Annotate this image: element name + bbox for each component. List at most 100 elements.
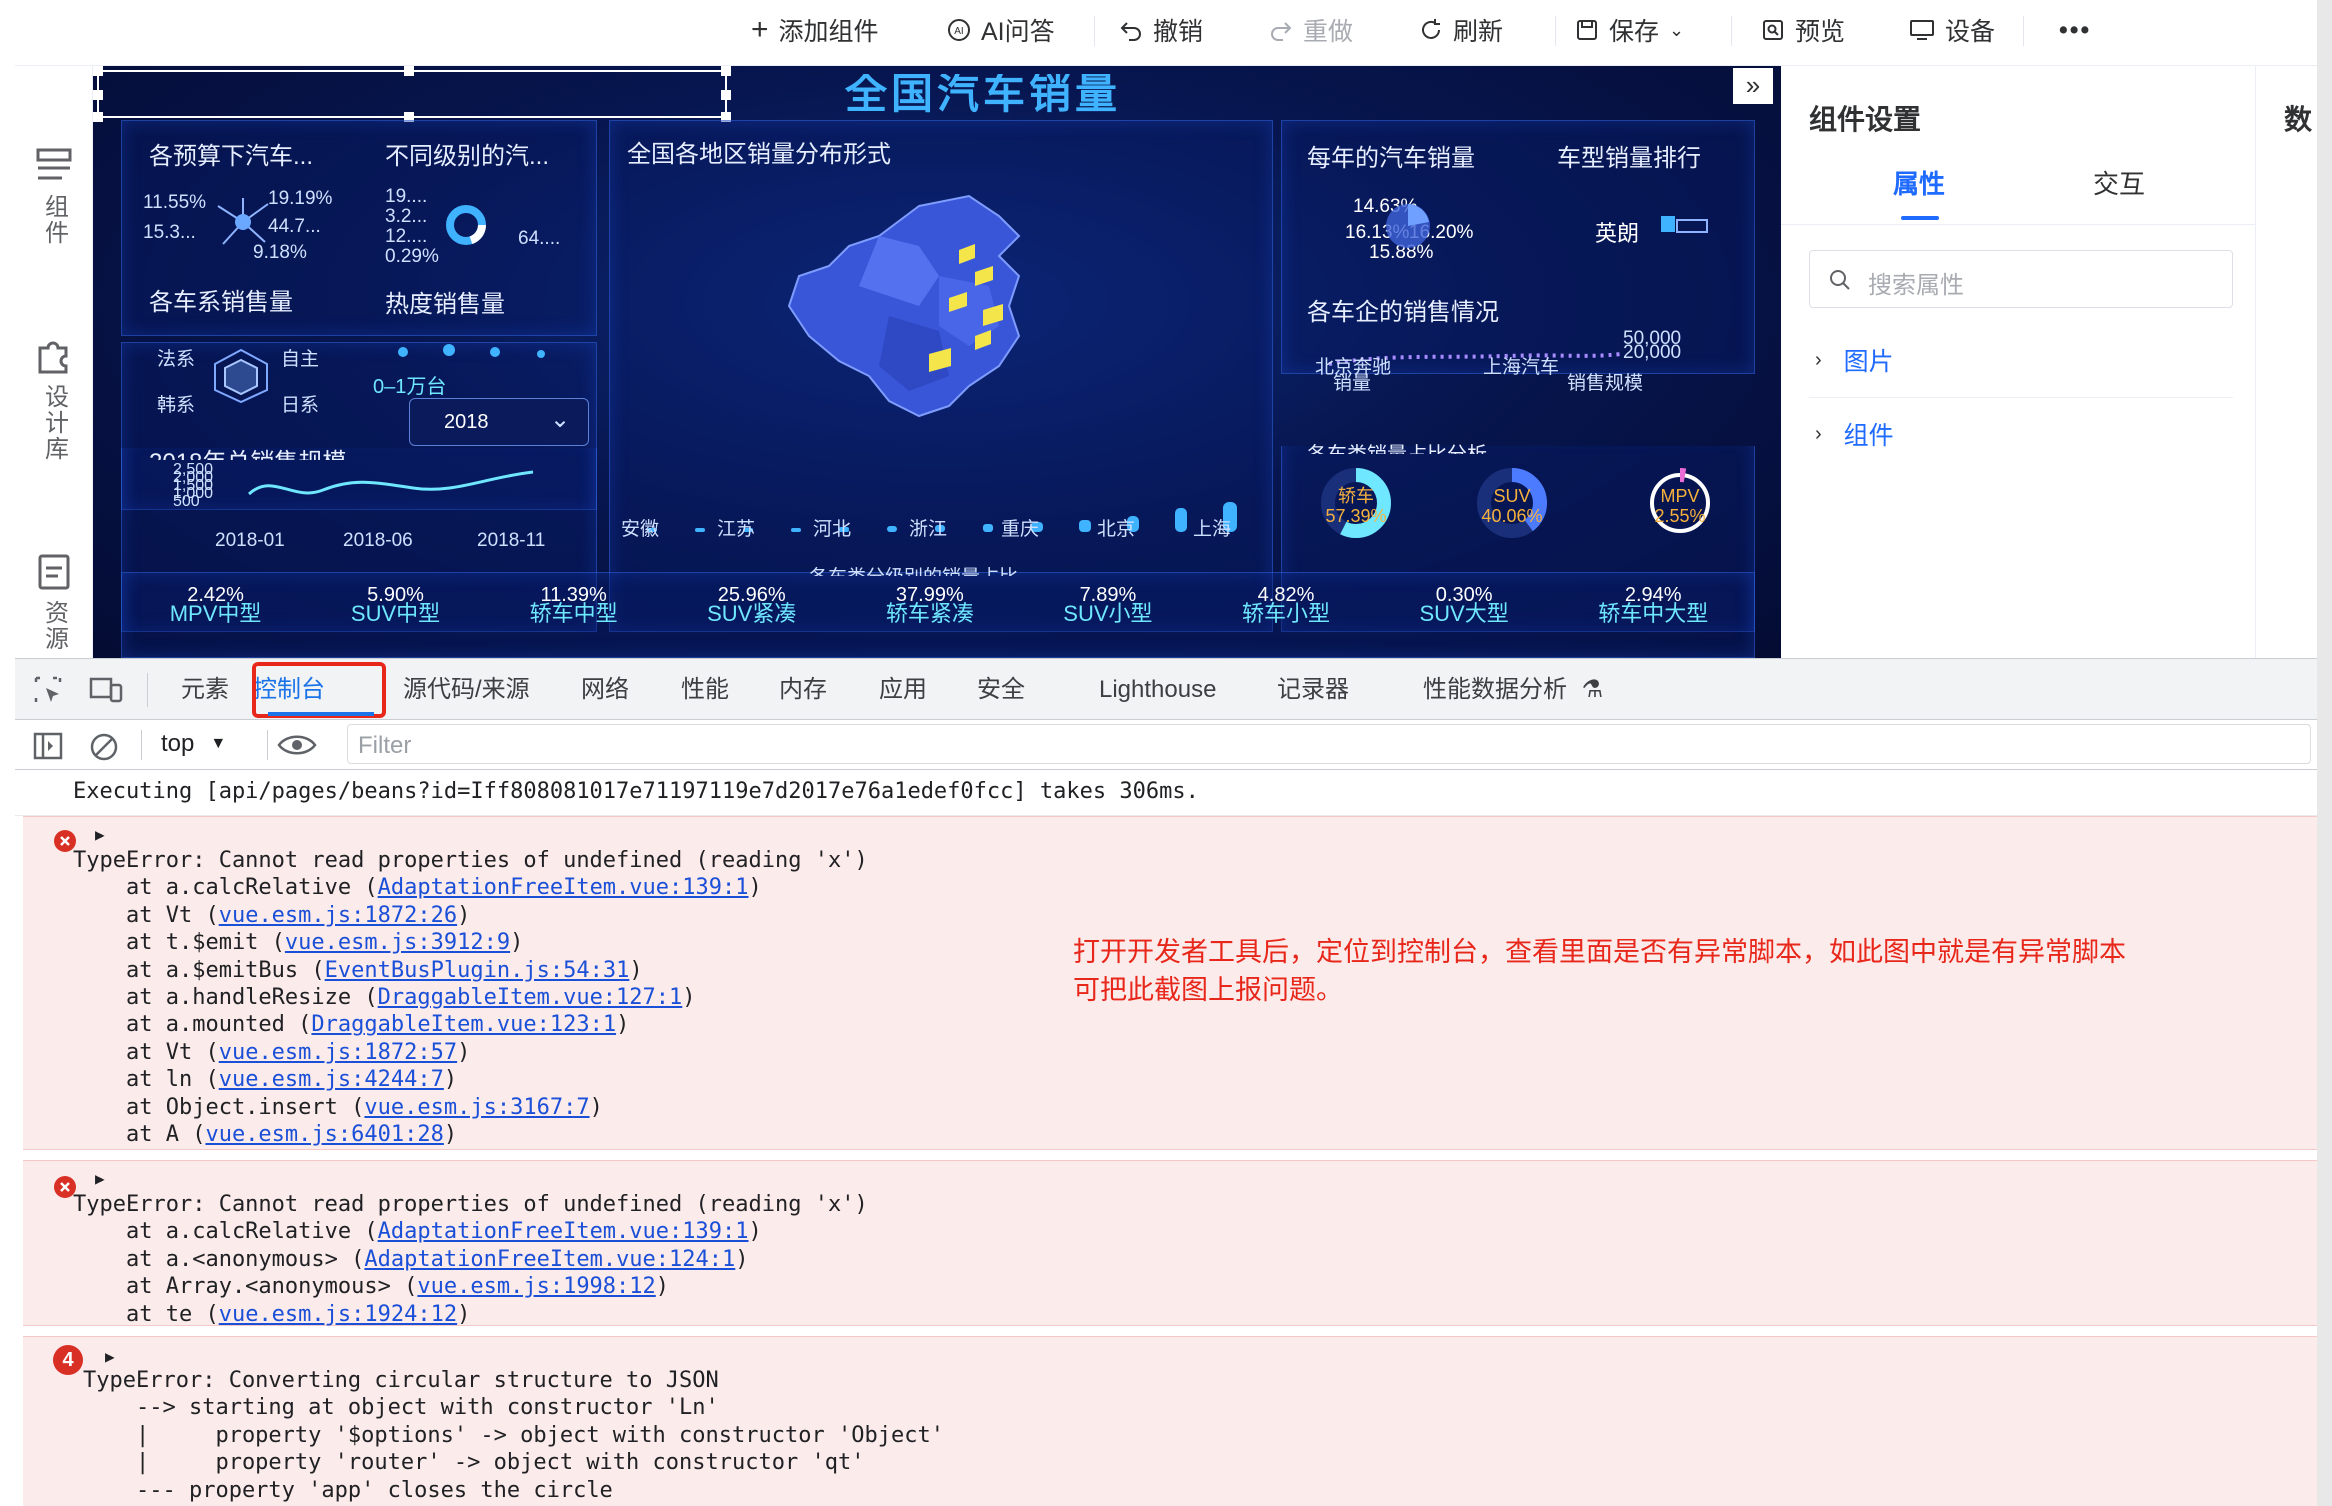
property-search-input[interactable]: 搜索属性: [1809, 250, 2233, 308]
stack-source-link[interactable]: vue.esm.js:3167:7: [364, 1095, 589, 1120]
top-toolbar: + 添加组件 AI AI问答 撤销 重做 刷新 保存 ⌄ 预览 设备 •••: [15, 0, 2317, 66]
stack-frame: at a.<anonymous> (AdaptationFreeItem.vue…: [73, 1246, 868, 1273]
svg-text:AI: AI: [954, 26, 963, 37]
stack-end: ): [616, 1012, 630, 1038]
resize-handle[interactable]: [93, 112, 103, 122]
level-value: 0.29%: [385, 246, 439, 267]
share-sedan-label: 轿车 57.39%: [1319, 486, 1393, 526]
stack-source-link[interactable]: vue.esm.js:1872:26: [219, 903, 457, 928]
stack-source-link[interactable]: vue.esm.js:3912:9: [285, 930, 510, 955]
stack-source-link[interactable]: vue.esm.js:1998:12: [417, 1274, 655, 1299]
stack-source-link[interactable]: vue.esm.js:1872:57: [219, 1040, 457, 1065]
tab-interaction[interactable]: 交互: [2093, 164, 2145, 201]
context-value: top: [161, 730, 195, 757]
tab-performance-insights-label: 性能数据分析: [1423, 676, 1567, 703]
console-error-1[interactable]: ▶ TypeError: Cannot read properties of u…: [23, 816, 2317, 1150]
group-divider: [1809, 397, 2233, 398]
rank-top-item: 英朗: [1595, 221, 1640, 246]
ai-qa-button[interactable]: AI AI问答: [947, 0, 1055, 60]
preview-button[interactable]: 预览: [1761, 0, 1845, 60]
yearly-pie-chart: [1386, 204, 1430, 248]
resize-handle[interactable]: [404, 66, 414, 76]
stack-frame: at a.calcRelative (AdaptationFreeItem.vu…: [73, 1218, 868, 1245]
rail-item-design-library[interactable]: 设计库: [15, 336, 93, 462]
stack-source-link[interactable]: vue.esm.js:4244:7: [219, 1067, 444, 1092]
tab-application[interactable]: 应用: [879, 659, 927, 721]
console-error-3[interactable]: 4 ▶ TypeError: Converting circular struc…: [23, 1336, 2317, 1506]
share-category: SUV: [1493, 486, 1531, 506]
resize-handle[interactable]: [721, 90, 731, 100]
resize-handle[interactable]: [93, 90, 103, 100]
bottom-title: 各车类分级别的销量占比: [809, 562, 1018, 576]
selected-header-element[interactable]: [93, 66, 731, 122]
bottom-gauge: 25.96% SUV紧凑: [707, 585, 796, 646]
stack-frame: at Vt (vue.esm.js:1872:57): [73, 1039, 868, 1066]
map-x-label: 北京: [1097, 519, 1136, 540]
level-value: 64....: [518, 228, 561, 249]
stack-fn: at a.calcRelative (: [73, 1219, 378, 1245]
clear-console-icon[interactable]: [89, 732, 119, 762]
console-info-message[interactable]: Executing [api/pages/beans?id=Iff8080810…: [73, 778, 1199, 805]
tab-performance-insights[interactable]: 性能数据分析 ⚗: [1423, 659, 1603, 721]
stack-frame: at Object.insert (vue.esm.js:3167:7): [73, 1094, 868, 1121]
total-y-tick: 500: [173, 493, 200, 510]
expand-triangle-icon[interactable]: ▶: [105, 1347, 115, 1366]
tab-network[interactable]: 网络: [581, 659, 629, 721]
tab-security[interactable]: 安全: [977, 659, 1025, 721]
tab-performance[interactable]: 性能: [681, 659, 729, 721]
stack-source-link[interactable]: DraggableItem.vue:123:1: [311, 1012, 616, 1037]
add-component-button[interactable]: + 添加组件: [751, 0, 879, 60]
resize-handle[interactable]: [93, 66, 103, 76]
bottom-gauge: 2.42% MPV中型: [170, 585, 262, 646]
device-toggle-icon[interactable]: [89, 675, 123, 705]
console-filter-input[interactable]: Filter: [347, 724, 2311, 764]
collapse-panel-button[interactable]: »: [1733, 68, 1773, 104]
stack-source-link[interactable]: vue.esm.js:1924:12: [219, 1302, 457, 1327]
stack-source-link[interactable]: AdaptationFreeItem.vue:139:1: [378, 875, 749, 900]
design-canvas[interactable]: 全国汽车销量 » 各预算下汽车... 11.55% 19.19% 15.3...…: [93, 66, 1781, 658]
group-image[interactable]: › 图片: [1815, 342, 1894, 378]
total-y-ticks: 2,500 2,000 1,500 1,000 500: [173, 462, 213, 510]
rail-item-components[interactable]: 组件: [15, 146, 93, 246]
device-button[interactable]: 设备: [1909, 0, 1995, 60]
tab-recorder[interactable]: 记录器: [1277, 659, 1349, 721]
chevron-down-icon: ⌄: [1669, 19, 1685, 40]
tab-elements[interactable]: 元素: [181, 659, 229, 721]
redo-icon: [1271, 22, 1292, 41]
tab-sources[interactable]: 源代码/来源: [403, 659, 530, 721]
data-tab-label[interactable]: 数: [2284, 98, 2312, 138]
resize-handle[interactable]: [721, 66, 731, 76]
stack-source-link[interactable]: AdaptationFreeItem.vue:139:1: [378, 1219, 749, 1244]
stack-fn: at A (: [73, 1122, 206, 1148]
share-percent: 2.55%: [1654, 506, 1706, 526]
save-button[interactable]: 保存 ⌄: [1575, 0, 1684, 60]
undo-button[interactable]: 撤销: [1119, 0, 1203, 60]
group-component[interactable]: › 组件: [1815, 416, 1894, 452]
error-1-text: TypeError: Cannot read properties of und…: [73, 847, 868, 1148]
share-percent: 57.39%: [1325, 506, 1387, 526]
sidebar-toggle-icon[interactable]: [33, 732, 63, 760]
stack-fn: at te (: [73, 1301, 219, 1327]
console-error-2[interactable]: ▶ TypeError: Cannot read properties of u…: [23, 1160, 2317, 1327]
more-button[interactable]: •••: [2059, 0, 2091, 60]
save-icon: [1577, 20, 1597, 40]
context-selector[interactable]: top ▼: [161, 730, 226, 758]
refresh-button[interactable]: 刷新: [1419, 0, 1503, 60]
inspect-element-icon[interactable]: [33, 675, 63, 705]
year-select[interactable]: 2018 ⌄: [409, 398, 589, 446]
tab-memory[interactable]: 内存: [779, 659, 827, 721]
search-placeholder: 搜索属性: [1868, 272, 1964, 299]
stack-source-link[interactable]: AdaptationFreeItem.vue:124:1: [364, 1247, 735, 1272]
expand-triangle-icon[interactable]: ▶: [95, 825, 105, 844]
stack-source-link[interactable]: EventBusPlugin.js:54:31: [325, 958, 630, 983]
stack-fn: at a.calcRelative (: [73, 875, 378, 901]
redo-button[interactable]: 重做: [1269, 0, 1353, 60]
chevron-right-icon: ›: [1815, 422, 1822, 445]
tab-properties[interactable]: 属性: [1893, 164, 1945, 201]
stack-source-link[interactable]: vue.esm.js:6401:28: [205, 1122, 443, 1147]
rail-item-resources[interactable]: 资源: [15, 552, 93, 652]
expand-triangle-icon[interactable]: ▶: [95, 1169, 105, 1188]
stack-source-link[interactable]: DraggableItem.vue:127:1: [378, 985, 683, 1010]
eye-icon[interactable]: [277, 732, 317, 758]
tab-lighthouse[interactable]: Lighthouse: [1099, 659, 1216, 721]
